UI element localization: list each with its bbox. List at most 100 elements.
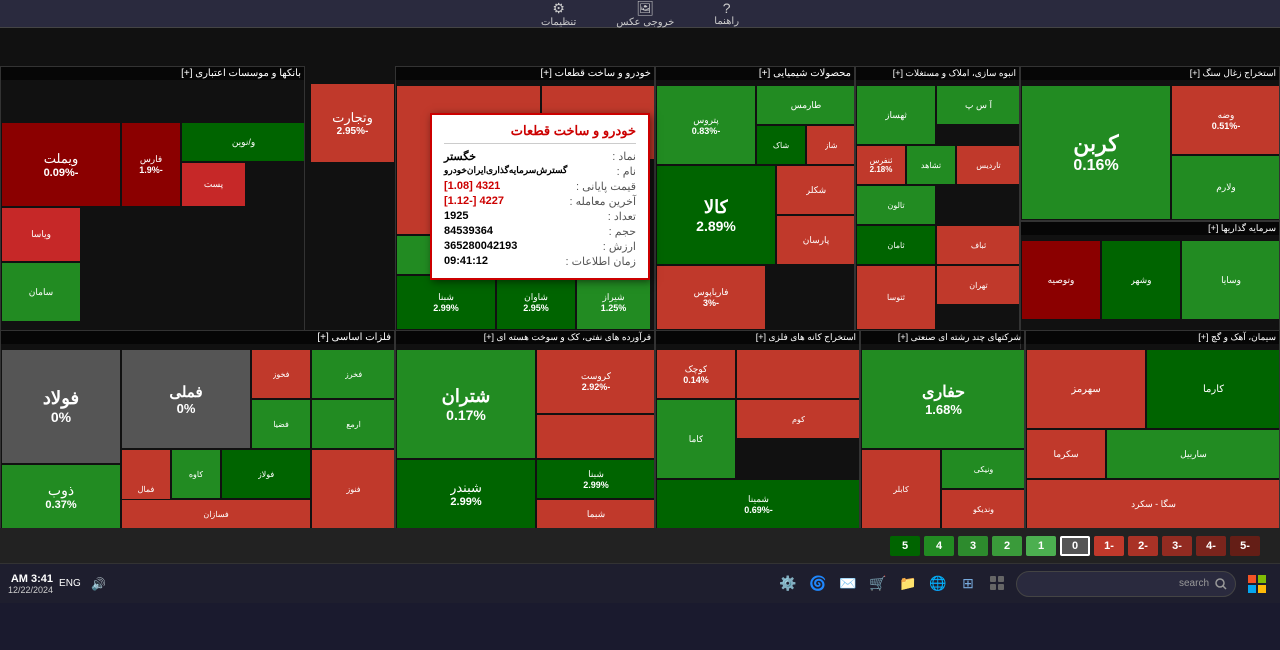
cell-mine4[interactable]: کوم bbox=[736, 399, 860, 439]
sector-siman[interactable]: سیمان، آهک و گچ [+] سهرمز کارما سکرما سا… bbox=[1025, 330, 1280, 528]
cell-sarmaiye-3[interactable]: وسایا bbox=[1181, 240, 1280, 320]
cell-grd[interactable]: فخرز bbox=[311, 349, 395, 399]
sector-anboo[interactable]: انبوه سازی، املاک و مستغلات [+] ثهساز آ … bbox=[855, 66, 1020, 331]
settings-taskbar-icon[interactable]: ⚙️ bbox=[776, 572, 800, 596]
cell-mine2[interactable] bbox=[736, 349, 860, 399]
cell-fars[interactable]: فارس -1.9% bbox=[121, 122, 181, 207]
cell-shivanz[interactable]: شاوان 2.95% bbox=[496, 275, 576, 330]
sector-estakhraj[interactable]: استخراج زغال سنگ [+] کربن 0.16% وضه -0.5… bbox=[1020, 66, 1280, 221]
sector-felezat[interactable]: فلزات اساسی [+] فولاد 0% ذوب 0.37% فملی … bbox=[0, 330, 395, 528]
sector-nafti[interactable]: فرآورده های نفتی، کک و سوخت هسته ای [+] … bbox=[395, 330, 655, 528]
cell-multi3[interactable]: ونیکی bbox=[941, 449, 1025, 489]
cell-tordis[interactable]: تاردیس bbox=[956, 145, 1020, 185]
cell-faryabus[interactable]: فاریاپوس -3% bbox=[656, 265, 766, 330]
cell-talon[interactable]: تالون bbox=[856, 185, 936, 225]
search-bar[interactable]: search bbox=[1016, 571, 1236, 597]
start-button[interactable] bbox=[1242, 569, 1272, 599]
cell-kuchek-mine[interactable]: کوچک 0.14% bbox=[656, 349, 736, 399]
topbar-settings[interactable]: ⚙ تنظیمات bbox=[541, 0, 576, 28]
cell-shiraz2[interactable]: شیراز 1.25% bbox=[576, 275, 651, 330]
cell-shaz[interactable]: شاز bbox=[806, 125, 855, 165]
scale-neg1[interactable]: -1 bbox=[1094, 536, 1124, 556]
sector-multi[interactable]: شرکتهای چند رشته ای صنعتی [+] حفاری 1.68… bbox=[860, 330, 1025, 528]
cell-nafarmin[interactable]: ثنفرس 2.18% bbox=[856, 145, 906, 185]
cell-sarmaiye-1[interactable]: وتوصیه bbox=[1021, 240, 1101, 320]
cell-shahin[interactable]: شبنا 2.99% bbox=[396, 275, 496, 330]
scale-pos4[interactable]: 4 bbox=[924, 536, 954, 556]
cell-fasaha[interactable]: فضیا bbox=[251, 399, 311, 449]
cell-tousa[interactable]: ثتوسا bbox=[856, 265, 936, 330]
store-icon[interactable]: 🛒 bbox=[866, 572, 890, 596]
file-explorer[interactable]: 📁 bbox=[896, 572, 920, 596]
cell-multi4[interactable]: وندیکو bbox=[941, 489, 1025, 528]
taskview-button[interactable] bbox=[986, 572, 1010, 596]
topbar-help[interactable]: ? راهنما bbox=[714, 0, 739, 27]
scale-neg3[interactable]: -3 bbox=[1162, 536, 1192, 556]
cell-foolad[interactable]: فولاد 0% bbox=[1, 349, 121, 464]
cell-thames[interactable]: ثهساز bbox=[856, 85, 936, 145]
cell-hefari[interactable]: حفاری 1.68% bbox=[861, 349, 1025, 449]
chrome-icon[interactable]: 🌀 bbox=[806, 572, 830, 596]
cell-arma[interactable]: ارمع bbox=[311, 399, 395, 449]
cell-zob[interactable]: ذوب 0.37% bbox=[1, 464, 121, 528]
cell-vimelat[interactable]: ویملت -0.09% bbox=[1, 122, 121, 207]
cell-fakhur[interactable]: فنوز bbox=[311, 449, 395, 528]
cell-shetran-main[interactable]: شتران 0.17% bbox=[396, 349, 536, 459]
cell-onv[interactable]: و/نوین bbox=[181, 122, 305, 162]
cell-siman3[interactable]: سکرما bbox=[1026, 429, 1106, 479]
cell-shama[interactable]: شبما bbox=[536, 499, 655, 528]
cell-siman1[interactable]: سهرمز bbox=[1026, 349, 1146, 429]
scale-pos3[interactable]: 3 bbox=[958, 536, 988, 556]
cell-siman4[interactable]: ساربیل bbox=[1106, 429, 1280, 479]
mail-icon[interactable]: ✉️ bbox=[836, 572, 860, 596]
cell-viaysa[interactable]: ویاسا bbox=[1, 207, 81, 262]
edge-browser[interactable]: 🌐 bbox=[926, 572, 950, 596]
scale-pos1[interactable]: 1 bbox=[1026, 536, 1056, 556]
cell-vtejarat[interactable]: وتجارت -2.95% bbox=[310, 83, 395, 163]
scale-pos5[interactable]: 5 bbox=[890, 536, 920, 556]
cell-post[interactable]: پست bbox=[181, 162, 246, 207]
cell-siman5[interactable]: سگا - سکرد bbox=[1026, 479, 1280, 528]
cell-saman[interactable]: سامان bbox=[1, 262, 81, 322]
cell-kama[interactable]: کاما bbox=[656, 399, 736, 479]
cell-various[interactable]: ولارم bbox=[1171, 155, 1280, 220]
cell-sbindr[interactable] bbox=[536, 414, 655, 459]
cell-aman[interactable]: ثامان bbox=[856, 225, 936, 265]
cell-tsahend[interactable]: تشاهد bbox=[906, 145, 956, 185]
cell-shekl[interactable]: شکلر bbox=[776, 165, 855, 215]
scale-zero[interactable]: 0 bbox=[1060, 536, 1090, 556]
sector-shimi[interactable]: محصولات شیمیایی [+] پتروس -0.83% طارمس ش… bbox=[655, 66, 855, 331]
widgets-button[interactable]: ⊞ bbox=[956, 572, 980, 596]
cell-fasaran[interactable]: فسازان bbox=[121, 499, 311, 528]
cell-shabriz[interactable]: کروست -2.92% bbox=[536, 349, 655, 414]
cell-tarims[interactable]: طارمس bbox=[756, 85, 855, 125]
cell-shabna[interactable]: شبنا 2.99% bbox=[536, 459, 655, 499]
topbar-export[interactable]: 🖼 خروجی عکس bbox=[616, 0, 674, 28]
cell-asb[interactable]: آ س پ bbox=[936, 85, 1020, 125]
cell-fmeli[interactable]: فملی 0% bbox=[121, 349, 251, 449]
cell-farab[interactable]: فخوز bbox=[251, 349, 311, 399]
sector-kanhaye-felezi[interactable]: استخراج کانه های فلزی [+] کوچک 0.14% کام… bbox=[655, 330, 860, 528]
cell-tehran[interactable]: تهران bbox=[936, 265, 1020, 305]
scale-neg5[interactable]: -5 bbox=[1230, 536, 1260, 556]
scale-neg4[interactable]: -4 bbox=[1196, 536, 1226, 556]
cell-foulad2[interactable]: فولاز bbox=[221, 449, 311, 499]
cell-kaveh[interactable]: کاوه bbox=[171, 449, 221, 499]
cell-siman2[interactable]: کارما bbox=[1146, 349, 1280, 429]
cell-tbafa[interactable]: ثباف bbox=[936, 225, 1020, 265]
cell-mine5[interactable]: شمینا -0.69% bbox=[656, 479, 860, 528]
cell-multi2[interactable]: کابلر bbox=[861, 449, 941, 528]
cell-parsian[interactable]: پارسان bbox=[776, 215, 855, 265]
cell-shabindr2[interactable]: شبندر 2.99% bbox=[396, 459, 536, 528]
cell-sarmaiye-2[interactable]: وشهر bbox=[1101, 240, 1181, 320]
network-icon[interactable]: 🔊 bbox=[87, 572, 111, 596]
cell-karbn[interactable]: کربن 0.16% bbox=[1021, 85, 1171, 220]
scale-neg2[interactable]: -2 bbox=[1128, 536, 1158, 556]
sector-bank[interactable]: بانکها و موسسات اعتباری [+] ویملت -0.09%… bbox=[0, 66, 305, 331]
tooltip-last-value: 4227 [-1.12] bbox=[444, 195, 504, 208]
scale-pos2[interactable]: 2 bbox=[992, 536, 1022, 556]
cell-shak[interactable]: شاک bbox=[756, 125, 806, 165]
cell-kala-main[interactable]: کالا 2.89% bbox=[656, 165, 776, 265]
cell-petrol[interactable]: پتروس -0.83% bbox=[656, 85, 756, 165]
cell-vazeh[interactable]: وضه -0.51% bbox=[1171, 85, 1280, 155]
